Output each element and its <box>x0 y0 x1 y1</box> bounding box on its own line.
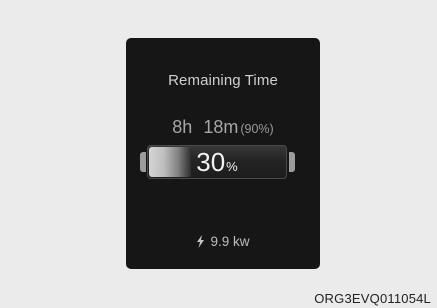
remaining-time-title: Remaining Time <box>168 72 278 89</box>
battery-terminal-left <box>140 152 146 172</box>
remaining-time-readout: 8h 18m (90%) <box>126 117 320 138</box>
charging-power-value: 9.9 kw <box>210 234 250 249</box>
state-of-charge: 30% <box>147 145 287 179</box>
battery-terminal-right <box>289 152 295 172</box>
remaining-hours: 8h <box>172 117 193 137</box>
charging-status-panel: Remaining Time 8h 18m (90%) 30% 9.9 kw <box>126 38 320 269</box>
charging-bolt-icon <box>196 235 205 251</box>
remaining-minutes: 18m <box>203 117 239 137</box>
charge-target-percent: (90%) <box>240 122 274 136</box>
state-of-charge-value: 30 <box>196 147 226 177</box>
figure-code: ORG3EVQ011054L <box>314 291 431 306</box>
state-of-charge-unit: % <box>226 159 238 174</box>
charging-power: 9.9 kw <box>126 234 320 251</box>
